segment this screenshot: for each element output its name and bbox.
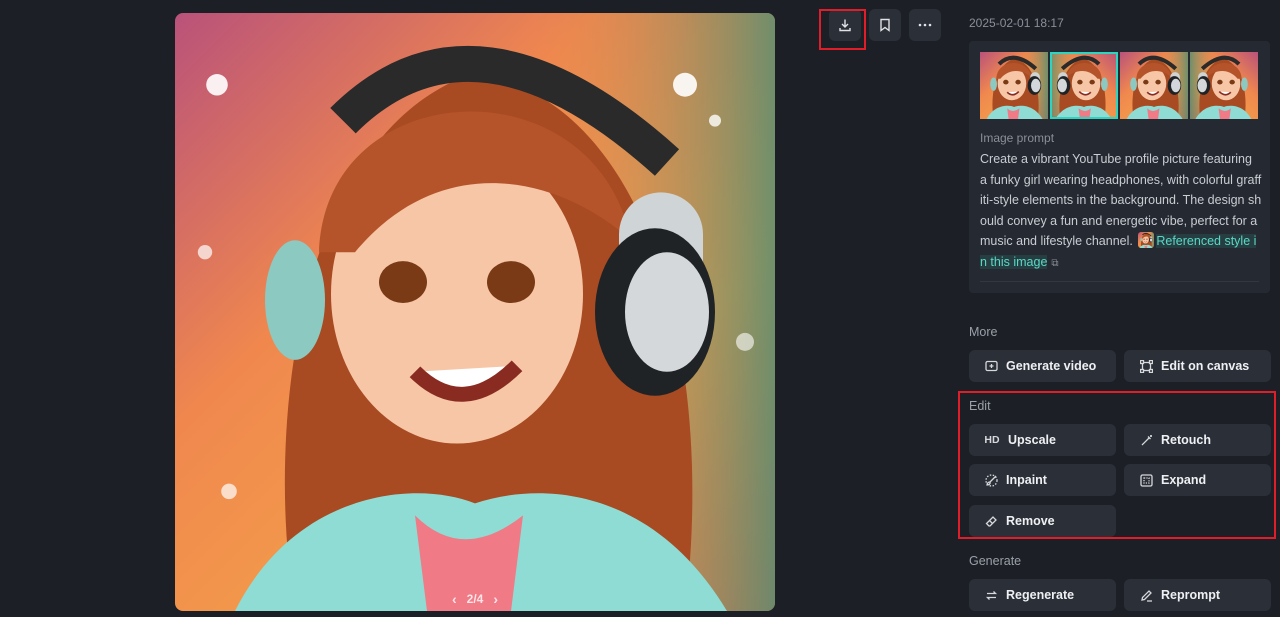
hd-icon: HD bbox=[984, 434, 1000, 446]
brush-icon bbox=[984, 473, 998, 487]
regenerate-button[interactable]: Regenerate bbox=[969, 579, 1116, 611]
expand-icon bbox=[1139, 473, 1153, 487]
remove-button[interactable]: Remove bbox=[969, 505, 1116, 537]
generate-video-label: Generate video bbox=[1006, 359, 1097, 373]
remove-label: Remove bbox=[1006, 514, 1055, 528]
upscale-button[interactable]: HD Upscale bbox=[969, 424, 1116, 456]
inpaint-label: Inpaint bbox=[1006, 473, 1047, 487]
prompt-label: Image prompt bbox=[980, 131, 1055, 145]
retouch-label: Retouch bbox=[1161, 433, 1211, 447]
section-label-more: More bbox=[969, 325, 998, 339]
video-plus-icon bbox=[984, 360, 998, 372]
pencil-icon bbox=[1139, 589, 1153, 602]
eraser-icon bbox=[984, 515, 998, 528]
divider bbox=[980, 281, 1259, 282]
download-button[interactable] bbox=[829, 9, 861, 41]
edit-on-canvas-button[interactable]: Edit on canvas bbox=[1124, 350, 1271, 382]
reprompt-button[interactable]: Reprompt bbox=[1124, 579, 1271, 611]
expand-label: Expand bbox=[1161, 473, 1207, 487]
reference-thumbnail bbox=[1138, 232, 1155, 248]
section-label-generate: Generate bbox=[969, 554, 1022, 568]
variant-thumbnail[interactable] bbox=[980, 52, 1048, 119]
expand-button[interactable]: Expand bbox=[1124, 464, 1271, 496]
more-horizontal-icon bbox=[918, 23, 932, 27]
magic-wand-icon bbox=[1139, 434, 1153, 447]
prompt-card: Image prompt Create a vibrant YouTube pr… bbox=[969, 41, 1270, 293]
bookmark-button[interactable] bbox=[869, 9, 901, 41]
creation-timestamp: 2025-02-01 18:17 bbox=[969, 16, 1064, 30]
prompt-text: Create a vibrant YouTube profile picture… bbox=[980, 149, 1262, 274]
inpaint-button[interactable]: Inpaint bbox=[969, 464, 1116, 496]
chevron-right-icon[interactable]: › bbox=[493, 591, 498, 607]
variant-thumbnail[interactable] bbox=[1190, 52, 1258, 119]
generate-video-button[interactable]: Generate video bbox=[969, 350, 1116, 382]
bookmark-icon bbox=[880, 18, 890, 32]
refresh-icon bbox=[984, 589, 998, 602]
upscale-label: Upscale bbox=[1008, 433, 1056, 447]
chevron-left-icon[interactable]: ‹ bbox=[452, 591, 457, 607]
variant-thumbnail-selected[interactable] bbox=[1050, 52, 1118, 119]
variant-thumbnail[interactable] bbox=[1120, 52, 1188, 119]
external-link-icon[interactable]: ⧉ bbox=[1051, 258, 1058, 269]
regenerate-label: Regenerate bbox=[1006, 588, 1075, 602]
section-label-edit: Edit bbox=[969, 399, 991, 413]
canvas-frame-icon bbox=[1139, 359, 1153, 373]
edit-on-canvas-label: Edit on canvas bbox=[1161, 359, 1250, 373]
reprompt-label: Reprompt bbox=[1161, 588, 1221, 602]
image-pager: ‹ 2/4 › bbox=[175, 591, 775, 607]
main-generated-image[interactable]: ‹ 2/4 › bbox=[175, 13, 775, 611]
variant-thumbnails bbox=[980, 52, 1258, 119]
download-icon bbox=[839, 19, 851, 32]
retouch-button[interactable]: Retouch bbox=[1124, 424, 1271, 456]
page-indicator: 2/4 bbox=[466, 592, 484, 606]
more-options-button[interactable] bbox=[909, 9, 941, 41]
